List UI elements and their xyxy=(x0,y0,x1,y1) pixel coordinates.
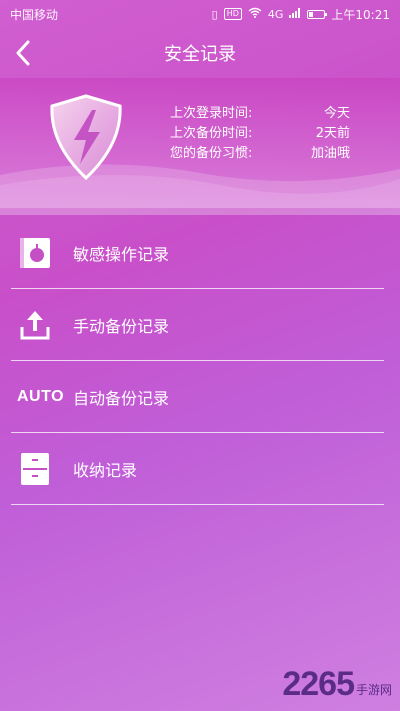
info-row: 上次登录时间: 今天 xyxy=(170,104,350,124)
backup-habit-value: 加油哦 xyxy=(310,146,350,161)
shield-lightning-icon xyxy=(50,94,122,180)
info-row: 您的备份习惯: 加油哦 xyxy=(170,144,350,164)
auto-icon-text: AUTO xyxy=(17,388,65,405)
menu-item-storage-records[interactable]: 收纳记录 xyxy=(11,434,384,505)
upload-icon xyxy=(11,307,61,343)
last-login-value: 今天 xyxy=(323,106,350,121)
carrier-label: 中国移动 xyxy=(10,7,59,22)
menu-item-label: 敏感操作记录 xyxy=(73,245,170,264)
chevron-left-icon xyxy=(16,40,30,66)
last-backup-value: 2天前 xyxy=(315,126,350,141)
vibrate-icon: ▯ xyxy=(211,7,218,21)
battery-icon xyxy=(307,9,328,19)
last-login-label: 上次登录时间: xyxy=(170,106,253,121)
page-title: 安全记录 xyxy=(164,44,236,65)
watermark-number: 2265 xyxy=(282,665,355,703)
hd-badge: HD xyxy=(223,8,242,20)
back-button[interactable] xyxy=(6,36,40,70)
last-backup-label: 上次备份时间: xyxy=(170,126,253,141)
menu-item-label: 自动备份记录 xyxy=(73,389,170,408)
sensitive-record-icon xyxy=(11,235,61,271)
status-icons: ▯ HD 4G 上午10:21 xyxy=(212,6,390,23)
menu-item-auto-backup[interactable]: AUTO 自动备份记录 xyxy=(11,362,384,433)
title-bar: 安全记录 xyxy=(0,28,400,78)
network-type-label: 4G xyxy=(267,7,284,21)
auto-icon: AUTO xyxy=(11,388,65,406)
menu-item-manual-backup[interactable]: 手动备份记录 xyxy=(11,290,384,361)
security-info: 上次登录时间: 今天 上次备份时间: 2天前 您的备份习惯: 加油哦 xyxy=(170,104,350,164)
watermark-text: 手游网 xyxy=(355,683,392,697)
drawer-icon xyxy=(11,451,61,487)
backup-habit-label: 您的备份习惯: xyxy=(170,146,253,161)
record-menu: 敏感操作记录 手动备份记录 AUTO 自动备份记录 收纳记录 xyxy=(11,218,384,505)
wifi-icon xyxy=(248,7,262,21)
status-bar: 中国移动 ▯ HD 4G 上午10:21 xyxy=(0,0,400,28)
menu-item-label: 收纳记录 xyxy=(73,461,138,480)
signal-icon xyxy=(289,7,301,21)
watermark-logo: 2265 手游网 xyxy=(282,667,392,701)
menu-item-sensitive-records[interactable]: 敏感操作记录 xyxy=(11,218,384,289)
clock-label: 上午10:21 xyxy=(331,7,390,22)
menu-item-label: 手动备份记录 xyxy=(73,317,170,336)
info-row: 上次备份时间: 2天前 xyxy=(170,124,350,144)
